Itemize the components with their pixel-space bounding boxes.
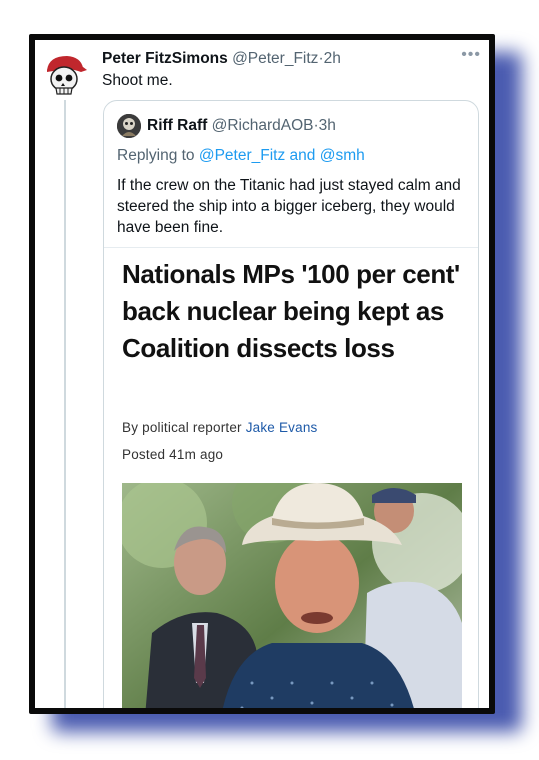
- quoted-author-avatar[interactable]: [117, 114, 141, 138]
- thread-line: [64, 100, 66, 708]
- quoted-tweet-header: Riff Raff @RichardAOB·3h: [147, 117, 336, 135]
- quoted-tweet[interactable]: Riff Raff @RichardAOB·3h Replying to @Pe…: [103, 100, 479, 708]
- more-icon[interactable]: •••: [461, 46, 481, 64]
- skull-pirate-icon: [41, 50, 89, 98]
- press-conference-photo: [122, 483, 462, 708]
- quoted-author-name[interactable]: Riff Raff: [147, 117, 207, 134]
- tweet-header: Peter FitzSimons @Peter_Fitz·2h: [102, 49, 341, 68]
- author-name[interactable]: Peter FitzSimons: [102, 50, 228, 67]
- reporter-link[interactable]: Jake Evans: [246, 420, 318, 435]
- quoted-avatar-icon: [117, 114, 141, 138]
- replying-prefix: Replying to: [117, 147, 195, 164]
- author-handle[interactable]: @Peter_Fitz: [232, 50, 318, 67]
- mention-link-peter-fitz[interactable]: @Peter_Fitz: [199, 147, 285, 164]
- article-photo: [122, 483, 462, 708]
- replying-to-line: Replying to @Peter_Fitz and @smh: [117, 147, 365, 165]
- article-screenshot[interactable]: Nationals MPs '100 per cent' back nuclea…: [104, 247, 478, 708]
- byline-prefix: By political reporter: [122, 420, 242, 435]
- quoted-tweet-text: If the crew on the Titanic had just stay…: [117, 177, 461, 236]
- replying-and: and: [289, 147, 316, 164]
- article-headline: Nationals MPs '100 per cent' back nuclea…: [122, 259, 460, 363]
- quoted-author-handle[interactable]: @RichardAOB: [212, 117, 314, 134]
- article-byline: By political reporter Jake Evans: [122, 420, 318, 435]
- tweet-text: Shoot me.: [102, 72, 173, 89]
- quoted-tweet-time[interactable]: 3h: [319, 117, 336, 134]
- mention-link-smh[interactable]: @smh: [320, 147, 365, 164]
- author-avatar[interactable]: [41, 50, 89, 98]
- tweet-time[interactable]: 2h: [324, 50, 341, 67]
- posted-time: Posted 41m ago: [122, 447, 224, 462]
- tweet-card[interactable]: Peter FitzSimons @Peter_Fitz·2h ••• Shoo…: [35, 40, 489, 708]
